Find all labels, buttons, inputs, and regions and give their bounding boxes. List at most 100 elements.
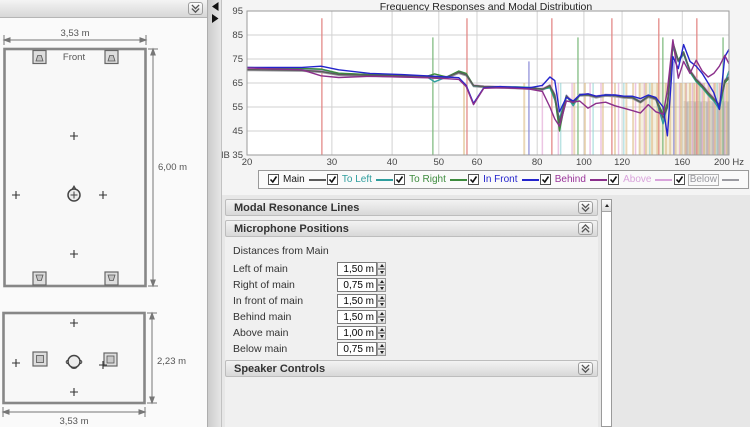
spin-up-button-right-of-main[interactable] <box>377 278 386 285</box>
legend-item-to-left[interactable]: To Left <box>327 174 393 185</box>
spin-down-arrow-icon <box>380 351 384 354</box>
panel-splitter[interactable] <box>207 0 222 427</box>
legend-item-in-front[interactable]: In Front <box>468 174 538 185</box>
scroll-up-arrow-icon <box>605 204 609 207</box>
legend-item-above[interactable]: Above <box>608 174 672 185</box>
spin-up-button-above-main[interactable] <box>377 326 386 333</box>
frequency-response-chart: Frequency Responses and Modal Distributi… <box>222 0 750 195</box>
legend-checkbox-in-front[interactable] <box>468 174 479 185</box>
svg-text:95: 95 <box>232 6 243 17</box>
right-speaker-icon-front-view[interactable] <box>104 353 117 366</box>
spin-down-button-above-main[interactable] <box>377 333 386 340</box>
chart-legend: MainTo LeftTo Right In Front Behind Above Be… <box>258 170 749 189</box>
spin-up-button-in-front-of-main[interactable] <box>377 294 386 301</box>
spin-down-button-left-of-main[interactable] <box>377 269 386 276</box>
microphone-positions-header[interactable]: Microphone Positions <box>225 220 598 237</box>
room-panel-header[interactable] <box>0 0 207 18</box>
legend-checkbox-below[interactable] <box>674 174 685 185</box>
spin-down-button-behind-main[interactable] <box>377 317 386 324</box>
mic-distance-input-above-main[interactable] <box>337 326 377 340</box>
legend-item-main[interactable]: Main <box>268 174 326 185</box>
svg-text:80: 80 <box>532 157 543 168</box>
mic-distance-rows: Left of mainRight of mainIn front of mai… <box>225 261 598 357</box>
front-view-height-dimension: 2,23 m <box>147 313 186 403</box>
microphone-positions-title: Microphone Positions <box>234 223 349 235</box>
legend-checkbox-behind[interactable] <box>540 174 551 185</box>
spin-down-arrow-icon <box>380 319 384 322</box>
svg-text:50: 50 <box>434 157 445 168</box>
checkmark-icon <box>395 175 404 184</box>
legend-label-in-front: In Front <box>483 175 517 185</box>
speaker-controls-header[interactable]: Speaker Controls <box>225 360 598 377</box>
front-right-speaker-icon[interactable] <box>105 51 118 64</box>
spin-up-button-left-of-main[interactable] <box>377 262 386 269</box>
mic-distance-input-right-of-main[interactable] <box>337 278 377 292</box>
spin-up-button-behind-main[interactable] <box>377 310 386 317</box>
expand-speaker-controls-button[interactable] <box>578 362 593 375</box>
legend-item-behind[interactable]: Behind <box>540 174 607 185</box>
rear-left-speaker-icon[interactable] <box>33 272 46 285</box>
spinner-behind-main <box>377 310 386 324</box>
legend-line-swatch-below <box>722 179 739 181</box>
mic-distance-label-below-main: Below main <box>225 343 337 355</box>
top-view-width-dimension: 3,53 m <box>4 28 146 45</box>
mic-distance-label-above-main: Above main <box>225 327 337 339</box>
front-left-speaker-icon[interactable] <box>33 51 46 64</box>
svg-text:30: 30 <box>327 157 338 168</box>
spin-down-button-right-of-main[interactable] <box>377 285 386 292</box>
spin-down-arrow-icon <box>380 335 384 338</box>
legend-line-swatch-above <box>655 179 672 181</box>
spin-down-button-below-main[interactable] <box>377 349 386 356</box>
checkmark-icon <box>675 175 684 184</box>
microphone-positions-content: Distances from Main Left of mainRight of… <box>225 239 598 357</box>
spinner-right-of-main <box>377 278 386 292</box>
scrollbar-up-button[interactable] <box>602 200 611 212</box>
checkmark-icon <box>541 175 550 184</box>
modal-resonance-lines-header[interactable]: Modal Resonance Lines <box>225 199 598 216</box>
mic-distance-input-left-of-main[interactable] <box>337 262 377 276</box>
checkmark-icon <box>469 175 478 184</box>
spinner-below-main <box>377 342 386 356</box>
mic-distance-input-behind-main[interactable] <box>337 310 377 324</box>
room-top-view-outline <box>5 49 146 286</box>
svg-text:85: 85 <box>232 30 243 41</box>
mic-distance-row-behind-main: Behind main <box>225 309 598 325</box>
room-diagrams: 3,53 m Front <box>0 17 207 427</box>
legend-checkbox-to-right[interactable] <box>394 174 405 185</box>
checkmark-icon <box>328 175 337 184</box>
panel-scrollbar[interactable] <box>601 199 612 427</box>
mic-distance-input-below-main[interactable] <box>337 342 377 356</box>
legend-checkbox-to-left[interactable] <box>327 174 338 185</box>
svg-text:40: 40 <box>387 157 398 168</box>
front-view-width-dimension: 3,53 m <box>3 407 145 427</box>
mic-distance-label-in-front-of-main: In front of main <box>225 295 337 307</box>
expand-modal-resonance-button[interactable] <box>578 201 593 214</box>
left-speaker-icon-front-view[interactable] <box>33 352 47 366</box>
svg-text:20: 20 <box>242 157 253 168</box>
legend-line-swatch-to-right <box>450 179 467 181</box>
spin-up-arrow-icon <box>380 344 384 347</box>
rear-right-speaker-icon[interactable] <box>105 272 118 285</box>
legend-checkbox-above[interactable] <box>608 174 619 185</box>
modal-resonance-lines-title: Modal Resonance Lines <box>234 202 359 214</box>
spinner-in-front-of-main <box>377 294 386 308</box>
collapse-room-panel-button[interactable] <box>188 2 203 15</box>
spin-down-button-in-front-of-main[interactable] <box>377 301 386 308</box>
legend-item-to-right[interactable]: To Right <box>394 174 467 185</box>
spin-up-arrow-icon <box>380 280 384 283</box>
svg-text:100: 100 <box>576 157 592 168</box>
spin-up-button-below-main[interactable] <box>377 342 386 349</box>
legend-checkbox-main[interactable] <box>268 174 279 185</box>
mic-distance-label-left-of-main: Left of main <box>225 263 337 275</box>
splitter-collapse-icon[interactable] <box>208 0 223 26</box>
collapse-microphone-positions-button[interactable] <box>578 222 593 235</box>
legend-item-below[interactable]: Below <box>674 174 739 185</box>
mic-distance-input-in-front-of-main[interactable] <box>337 294 377 308</box>
double-chevron-down-icon <box>191 4 200 14</box>
svg-text:120: 120 <box>614 157 630 168</box>
legend-label-above: Above <box>623 175 651 185</box>
speaker-controls-title: Speaker Controls <box>234 363 325 375</box>
svg-text:dB 35: dB 35 <box>222 150 243 161</box>
spin-down-arrow-icon <box>380 271 384 274</box>
legend-label-below: Below <box>689 175 718 185</box>
